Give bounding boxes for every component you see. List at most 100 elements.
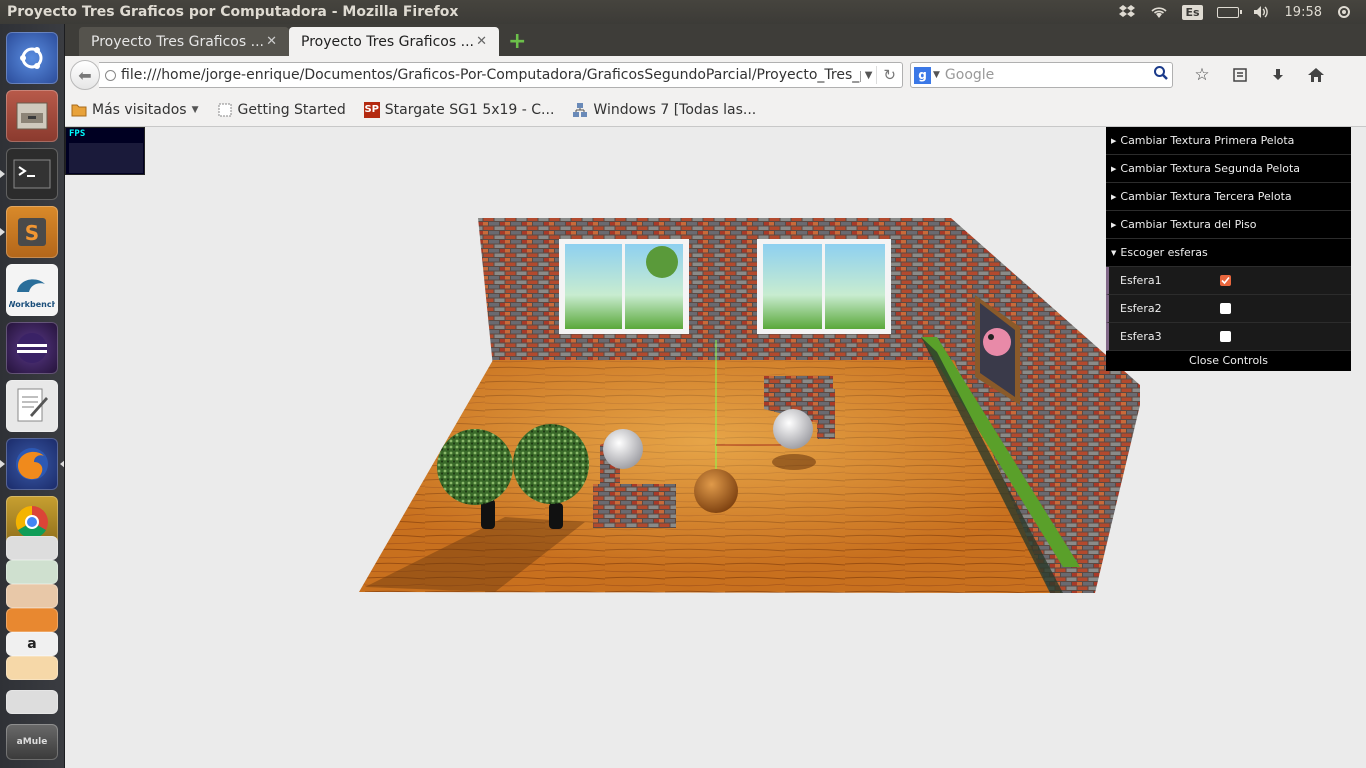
reload-icon[interactable]: ↻ <box>876 66 902 84</box>
separator <box>1335 62 1365 88</box>
row-esfera3: Esfera3 <box>1106 323 1351 351</box>
bookmark-label: Windows 7 [Todas las... <box>593 102 757 118</box>
folder-textura-primera-pelota[interactable]: ▶ Cambiar Textura Primera Pelota <box>1106 127 1351 155</box>
close-controls-button[interactable]: Close Controls <box>1106 351 1351 371</box>
search-icon[interactable] <box>1150 65 1172 85</box>
bookmark-getting-started[interactable]: Getting Started <box>217 102 346 118</box>
bookmark-windows7[interactable]: Windows 7 [Todas las... <box>572 102 756 118</box>
amule-label: aMule <box>16 737 48 747</box>
url-history-dropdown-icon[interactable]: ▼ <box>861 70 877 81</box>
dat-gui-panel: ▶ Cambiar Textura Primera Pelota ▶ Cambi… <box>1106 127 1351 371</box>
power-gear-icon[interactable] <box>1336 4 1352 20</box>
search-bar[interactable]: g ▼ Google <box>910 62 1173 88</box>
ubuntu-dash-icon[interactable] <box>6 32 58 84</box>
row-label: Esfera2 <box>1120 302 1162 315</box>
esfera1-checkbox[interactable] <box>1220 275 1231 286</box>
text-editor-icon[interactable] <box>6 380 58 432</box>
folder-label: Cambiar Textura Primera Pelota <box>1120 134 1295 147</box>
url-bar[interactable]: file:///home/jorge-enrique/Documentos/Gr… <box>99 62 903 88</box>
keyboard-layout-indicator[interactable]: Es <box>1182 4 1203 20</box>
row-esfera1: Esfera1 <box>1106 267 1351 295</box>
mysql-workbench-icon[interactable]: Workbench <box>6 264 58 316</box>
new-tab-icon[interactable]: + <box>508 29 526 54</box>
brick-box-front <box>593 484 676 528</box>
folder-textura-tercera-pelota[interactable]: ▶ Cambiar Textura Tercera Pelota <box>1106 183 1351 211</box>
terminal-icon[interactable] <box>6 148 58 200</box>
amule-icon[interactable]: aMule <box>6 724 58 760</box>
vmware-icon[interactable] <box>6 690 58 714</box>
triangle-right-icon: ▶ <box>1111 220 1117 229</box>
folder-textura-piso[interactable]: ▶ Cambiar Textura del Piso <box>1106 211 1351 239</box>
tab-label: Proyecto Tres Graficos ... <box>301 33 474 50</box>
page-content: FPS ▶ Cambiar Textura Primera Pelota ▶ C… <box>65 127 1366 768</box>
fps-label: FPS <box>69 129 86 139</box>
row-label: Esfera1 <box>1120 274 1162 287</box>
folder-label: Escoger esferas <box>1120 246 1208 259</box>
window-left <box>559 239 689 334</box>
indicators: Es 19:58 <box>1118 0 1366 24</box>
sphere-white-left <box>603 429 643 469</box>
sp-icon: SP <box>363 102 380 118</box>
fps-stats[interactable]: FPS <box>65 127 145 175</box>
esfera3-checkbox[interactable] <box>1220 331 1231 342</box>
folder-label: Cambiar Textura del Piso <box>1120 218 1257 231</box>
tab-2[interactable]: Proyecto Tres Graficos ... ✕ <box>289 27 499 56</box>
globe-icon <box>105 69 116 81</box>
running-indicator <box>0 170 5 178</box>
svg-text:S: S <box>25 221 39 245</box>
bookmark-most-visited[interactable]: Más visitados ▼ <box>71 102 199 118</box>
window-right <box>757 239 891 334</box>
clock[interactable]: 19:58 <box>1285 5 1322 20</box>
software-center-icon[interactable] <box>6 608 58 632</box>
folder-escoger-esferas[interactable]: ▼ Escoger esferas <box>1106 239 1351 267</box>
tab-close-icon[interactable]: ✕ <box>266 34 277 49</box>
triangle-down-icon: ▼ <box>1111 248 1117 257</box>
search-input[interactable]: Google <box>945 67 1150 83</box>
bookmark-label: Más visitados <box>92 102 187 118</box>
row-label: Esfera3 <box>1120 330 1162 343</box>
amazon-icon[interactable]: a <box>6 632 58 656</box>
battery-icon[interactable] <box>1216 6 1242 18</box>
tab-close-icon[interactable]: ✕ <box>476 34 487 49</box>
folder-label: Cambiar Textura Tercera Pelota <box>1120 190 1292 203</box>
fps-graph <box>69 143 143 173</box>
bookmarks-toolbar: Más visitados ▼ Getting Started SP Starg… <box>65 94 1366 127</box>
libreoffice-impress-icon[interactable] <box>6 584 58 608</box>
home-icon[interactable] <box>1297 62 1335 88</box>
bookmark-stargate[interactable]: SP Stargate SG1 5x19 - C... <box>363 102 555 118</box>
search-engine-dropdown-icon[interactable]: ▼ <box>933 70 940 80</box>
url-text[interactable]: file:///home/jorge-enrique/Documentos/Gr… <box>121 67 861 83</box>
launcher: S Workbench a aMule <box>0 24 65 768</box>
bookmark-star-icon[interactable]: ☆ <box>1183 62 1221 88</box>
row-esfera2: Esfera2 <box>1106 295 1351 323</box>
top-panel: Proyecto Tres Graficos por Computadora -… <box>0 0 1366 24</box>
back-button[interactable]: ⬅ <box>70 60 100 90</box>
sublime-text-icon[interactable]: S <box>6 206 58 258</box>
esfera2-checkbox[interactable] <box>1220 303 1231 314</box>
tab-1[interactable]: Proyecto Tres Graficos ... ✕ <box>79 27 289 56</box>
volume-icon[interactable] <box>1253 5 1271 19</box>
triangle-right-icon: ▶ <box>1111 192 1117 201</box>
triangle-right-icon: ▶ <box>1111 136 1117 145</box>
folder-label: Cambiar Textura Segunda Pelota <box>1120 162 1301 175</box>
files-icon[interactable] <box>6 90 58 142</box>
window-title: Proyecto Tres Graficos por Computadora -… <box>7 4 459 20</box>
downloads-icon[interactable] <box>1259 62 1297 88</box>
bookmark-label: Getting Started <box>237 102 346 118</box>
back-arrow-icon: ⬅ <box>78 65 92 85</box>
wifi-icon[interactable] <box>1150 5 1168 19</box>
bookmark-label: Stargate SG1 5x19 - C... <box>384 102 555 118</box>
page-icon <box>217 102 233 118</box>
eclipse-icon[interactable] <box>6 322 58 374</box>
tab-bar: Proyecto Tres Graficos ... ✕ Proyecto Tr… <box>65 24 1366 56</box>
google-icon[interactable]: g <box>914 66 931 84</box>
libreoffice-calc-icon[interactable] <box>6 560 58 584</box>
mail-icon[interactable] <box>6 656 58 680</box>
toolbar-icons: ☆ <box>1183 62 1366 88</box>
folder-textura-segunda-pelota[interactable]: ▶ Cambiar Textura Segunda Pelota <box>1106 155 1351 183</box>
bookmarks-menu-icon[interactable] <box>1221 62 1259 88</box>
firefox-icon[interactable] <box>6 438 58 490</box>
libreoffice-writer-icon[interactable] <box>6 536 58 560</box>
nav-bar: file:///home/jorge-enrique/Documentos/Gr… <box>65 56 1366 94</box>
dropbox-icon[interactable] <box>1118 5 1136 19</box>
